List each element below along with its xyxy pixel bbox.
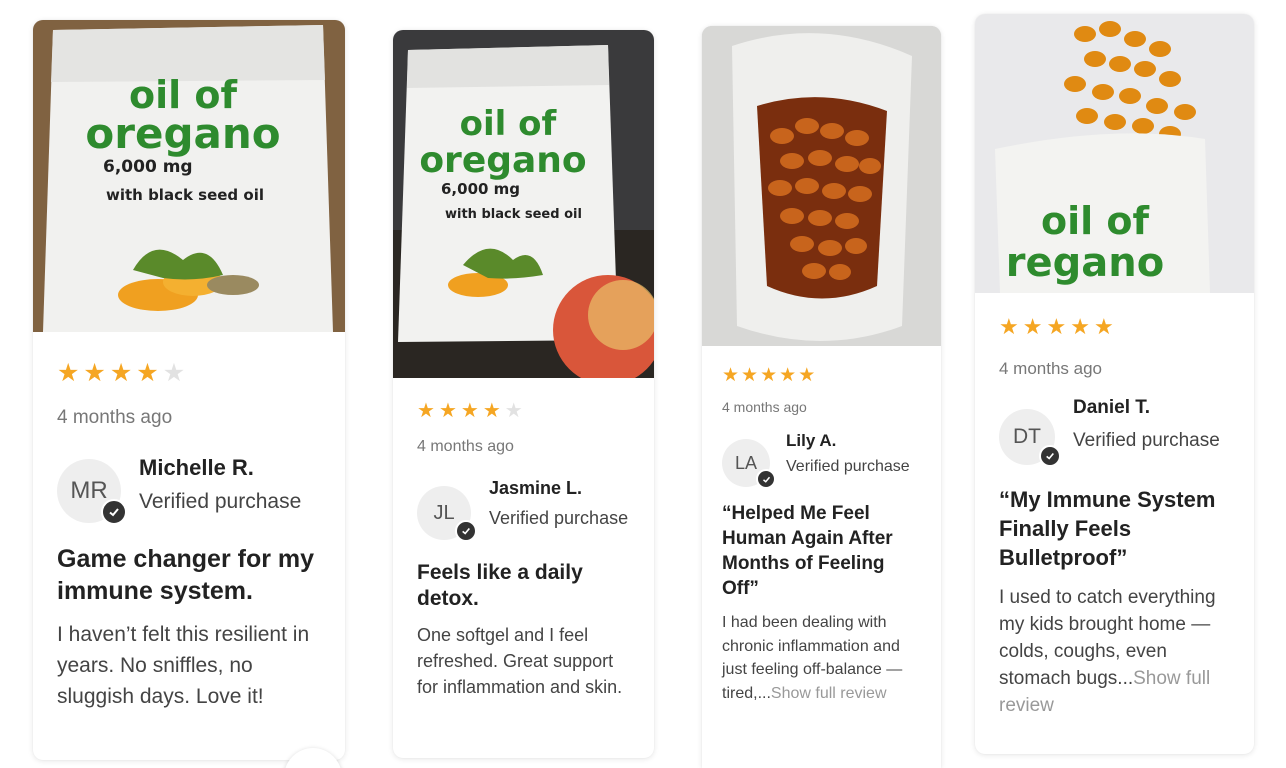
review-time: 4 months ago <box>722 399 807 415</box>
review-time: 4 months ago <box>57 407 173 428</box>
verified-check-icon <box>756 469 776 489</box>
review-photo[interactable]: oil of oregano 6,000 mg with black seed … <box>33 20 345 332</box>
author-name: Michelle R. <box>139 455 254 480</box>
product-title-line1: oil of <box>1041 199 1149 243</box>
star-icon: ★ <box>760 364 778 386</box>
star-icon: ★ <box>741 364 759 386</box>
review-author: DT Daniel T. Verified purchase <box>999 397 1230 467</box>
star-icon: ★ <box>57 358 80 387</box>
avatar-initials: LA <box>734 452 758 473</box>
verified-check-icon <box>101 499 127 525</box>
star-rating: ★ ★ ★ ★ ★ <box>999 317 1230 339</box>
avatar-initials: JL <box>433 501 455 524</box>
verified-check-icon <box>1039 445 1061 467</box>
star-icon: ★ <box>1046 315 1067 340</box>
review-author: LA Lily A. Verified purchase <box>722 431 921 489</box>
verified-label: Verified purchase <box>786 458 910 475</box>
review-photo[interactable]: oil of oregano 6,000 mg with black seed … <box>393 30 654 378</box>
star-icon: ★ <box>1070 315 1090 340</box>
avatar: DT <box>999 409 1061 467</box>
star-icon: ★ <box>482 398 501 422</box>
star-icon: ★ <box>83 358 106 387</box>
avatar-initials: MR <box>70 477 108 504</box>
star-icon: ★ <box>999 315 1019 340</box>
product-dose: 6,000 mg <box>103 157 193 177</box>
review-title: “Helped Me Feel Human Again After Months… <box>722 503 893 599</box>
product-with: with black seed oil <box>106 186 264 204</box>
star-icon: ★ <box>438 398 457 422</box>
verified-check-icon <box>455 520 477 542</box>
verified-label: Verified purchase <box>489 508 629 528</box>
star-icon: ★ <box>1093 315 1114 340</box>
review-time: 4 months ago <box>999 359 1103 378</box>
review-text: I used to catch everything my kids broug… <box>999 584 1230 719</box>
author-name: Jasmine L. <box>489 478 583 498</box>
star-icon: ★ <box>460 398 479 422</box>
verified-label: Verified purchase <box>1073 430 1220 451</box>
star-icon: ★ <box>109 358 133 387</box>
review-title: “My Immune System Finally Feels Bulletpr… <box>999 487 1216 570</box>
review-text: I had been dealing with chronic inflamma… <box>722 611 921 705</box>
review-text: I haven’t felt this resilient in years. … <box>57 623 310 708</box>
review-title: Feels like a daily detox. <box>417 561 583 610</box>
review-card[interactable]: oil of oregano 6,000 mg with black seed … <box>393 30 654 758</box>
avatar-initials: DT <box>1013 425 1041 448</box>
star-icon: ★ <box>779 364 797 386</box>
star-rating: ★ ★ ★ ★ ★ <box>722 366 921 385</box>
product-title-line2: regano <box>1006 240 1164 286</box>
review-photo[interactable] <box>702 26 941 346</box>
product-with: with black seed oil <box>445 207 582 222</box>
product-title-line2: oregano <box>419 140 586 181</box>
star-icon: ★ <box>1022 315 1043 340</box>
review-author: MR Michelle R. Verified purchase <box>57 455 321 525</box>
product-title-line2: oregano <box>85 109 280 158</box>
review-title: Game changer for my immune system. <box>57 545 315 605</box>
author-name: Lily A. <box>786 431 837 450</box>
review-text: One softgel and I feel refreshed. Great … <box>417 625 623 697</box>
avatar: LA <box>722 439 776 489</box>
show-full-review-link[interactable]: Show full review <box>771 685 887 702</box>
star-icon: ★ <box>417 398 435 422</box>
review-photo[interactable]: oil of regano <box>975 14 1254 293</box>
avatar: MR <box>57 459 127 525</box>
author-name: Daniel T. <box>1073 397 1151 418</box>
product-dose: 6,000 mg <box>441 180 520 198</box>
review-author: JL Jasmine L. Verified purchase <box>417 478 630 542</box>
star-icon: ★ <box>136 358 159 387</box>
avatar: JL <box>417 486 477 542</box>
review-time: 4 months ago <box>417 438 514 455</box>
product-title-line1: oil of <box>460 104 558 144</box>
review-card[interactable]: ★ ★ ★ ★ ★ 4 months ago LA Lily A. Verifi… <box>702 26 941 768</box>
star-icon: ★ <box>722 364 740 386</box>
star-icon: ★ <box>162 358 186 387</box>
review-card[interactable]: oil of oregano 6,000 mg with black seed … <box>33 20 345 760</box>
star-icon: ★ <box>798 364 816 386</box>
star-rating: ★ ★ ★ ★ ★ <box>57 360 321 385</box>
star-rating: ★ ★ ★ ★ ★ <box>417 400 630 420</box>
review-card[interactable]: oil of regano ★ ★ ★ ★ ★ 4 months ago DT … <box>975 14 1254 754</box>
star-icon: ★ <box>504 398 523 422</box>
verified-label: Verified purchase <box>139 490 302 513</box>
